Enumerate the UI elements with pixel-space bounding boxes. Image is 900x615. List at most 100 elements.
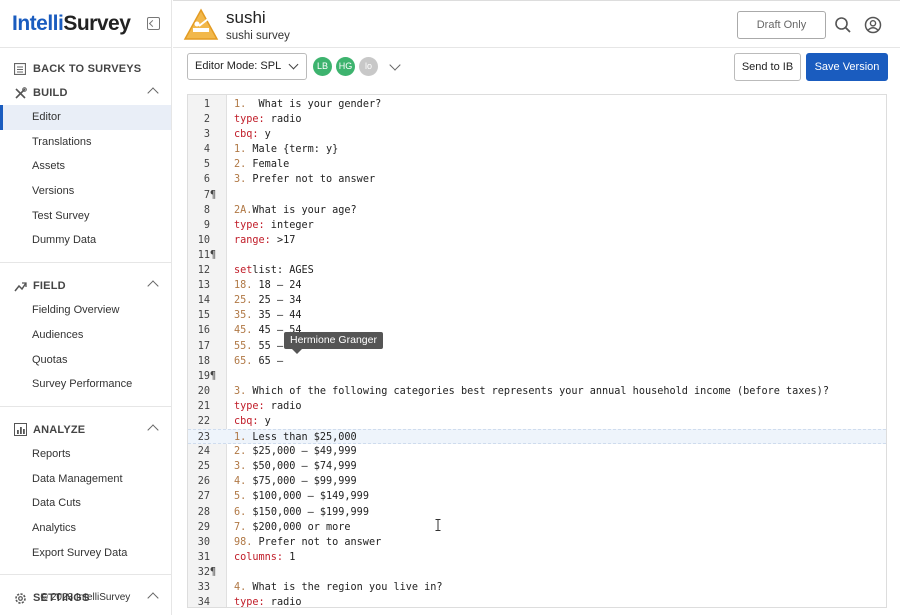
chevron-down-icon[interactable] xyxy=(389,59,401,71)
section-header-field[interactable]: FIELD xyxy=(0,274,171,298)
sidebar-item-analytics[interactable]: Analytics xyxy=(0,516,171,541)
chevron-up-icon[interactable] xyxy=(147,280,159,292)
user-account-icon[interactable] xyxy=(864,16,882,34)
code-token: 18 – 24 xyxy=(252,280,302,292)
code-line[interactable]: 18 65. 65 – xyxy=(188,354,886,369)
line-number: 21 xyxy=(197,400,210,412)
code-token: Female xyxy=(246,159,290,171)
code-line[interactable]: 34 type: radio xyxy=(188,595,886,607)
avatar[interactable]: lo xyxy=(359,57,378,76)
field-icon xyxy=(13,279,27,293)
line-number: 14 xyxy=(197,295,210,307)
back-to-surveys-link[interactable]: BACK TO SURVEYS xyxy=(0,57,171,81)
line-number: 16 xyxy=(197,325,210,337)
sidebar-item-export-survey-data[interactable]: Export Survey Data xyxy=(0,541,171,566)
code-token: 4. xyxy=(234,476,247,488)
code-text: type: radio xyxy=(234,112,301,127)
code-line[interactable]: 25 3. $50,000 – $74,999 xyxy=(188,459,886,474)
editor-mode-select[interactable]: Editor Mode: SPL xyxy=(187,53,307,80)
code-text: 3. Which of the following categories bes… xyxy=(234,384,829,399)
code-line[interactable]: 21 type: radio xyxy=(188,399,886,414)
code-line[interactable]: 24 2. $25,000 – $49,999 xyxy=(188,444,886,459)
line-number: 28 xyxy=(197,506,210,518)
code-line[interactable]: 7 ¶ xyxy=(188,188,886,203)
avatar[interactable]: HG xyxy=(336,57,355,76)
code-line[interactable]: 11 ¶ xyxy=(188,248,886,263)
code-line[interactable]: 6 3. Prefer not to answer xyxy=(188,172,886,187)
code-line[interactable]: 20 3. Which of the following categories b… xyxy=(188,384,886,399)
intellisurvey-logo[interactable]: IntelliSurvey xyxy=(12,12,131,36)
chevron-up-icon[interactable] xyxy=(147,424,159,436)
code-line[interactable]: 14 25. 25 – 34 xyxy=(188,293,886,308)
code-line[interactable]: 3 cbq: y xyxy=(188,127,886,142)
sidebar-item-audiences[interactable]: Audiences xyxy=(0,323,171,348)
code-token: Male {term: y} xyxy=(246,144,339,156)
code-text: 2A.What is your age? xyxy=(234,203,357,218)
draft-only-button[interactable]: Draft Only xyxy=(737,11,826,39)
code-text: 65. 65 – xyxy=(234,354,283,369)
editor-mode-label: Editor Mode: SPL xyxy=(195,60,282,72)
avatar[interactable]: LB xyxy=(313,57,332,76)
section-header-build[interactable]: BUILD xyxy=(0,81,171,105)
collapse-sidebar-icon[interactable] xyxy=(147,17,160,30)
sidebar-item-versions[interactable]: Versions xyxy=(0,179,171,204)
section-header-analyze[interactable]: ANALYZE xyxy=(0,418,171,442)
code-line[interactable]: 1 1. What is your gender? xyxy=(188,97,886,112)
code-line[interactable]: 27 5. $100,000 – $149,999 xyxy=(188,489,886,504)
code-line[interactable]: 19 ¶ xyxy=(188,369,886,384)
code-token: type: xyxy=(234,219,265,231)
sidebar-item-translations[interactable]: Translations xyxy=(0,130,171,155)
code-token: radio xyxy=(264,400,302,412)
code-text: cbq: y xyxy=(234,414,271,429)
code-line[interactable]: 10 range: >17 xyxy=(188,233,886,248)
line-number: 26 xyxy=(197,476,210,488)
code-line[interactable]: 15 35. 35 – 44 xyxy=(188,308,886,323)
code-line[interactable]: 33 4. What is the region you live in? xyxy=(188,580,886,595)
sidebar-item-survey-performance[interactable]: Survey Performance xyxy=(0,372,171,397)
code-token: 5. xyxy=(234,491,247,503)
code-token: What is your gender? xyxy=(246,99,382,110)
search-icon[interactable] xyxy=(834,16,852,34)
code-token: 2A. xyxy=(234,204,253,216)
code-token: 1. xyxy=(234,432,247,444)
code-line[interactable]: 5 2. Female xyxy=(188,157,886,172)
code-line[interactable]: 9 type: integer xyxy=(188,218,886,233)
code-line[interactable]: 31 columns: 1 xyxy=(188,550,886,565)
sidebar-item-data-cuts[interactable]: Data Cuts xyxy=(0,491,171,516)
code-line[interactable]: 22 cbq: y xyxy=(188,414,886,429)
line-number: 27 xyxy=(197,491,210,503)
code-line[interactable]: 28 6. $150,000 – $199,999 xyxy=(188,505,886,520)
code-line[interactable]: 2 type: radio xyxy=(188,112,886,127)
collaborator-tooltip: Hermione Granger xyxy=(284,332,383,354)
code-line[interactable]: 32 ¶ xyxy=(188,565,886,580)
code-line[interactable]: 4 1. Male {term: y} xyxy=(188,142,886,157)
sidebar-item-editor[interactable]: Editor xyxy=(0,105,171,130)
send-to-ib-button[interactable]: Send to IB xyxy=(734,53,801,81)
code-line[interactable]: 8 2A.What is your age? xyxy=(188,203,886,218)
sidebar-item-quotas[interactable]: Quotas xyxy=(0,348,171,373)
line-number: 31 xyxy=(197,551,210,563)
code-token: y xyxy=(258,129,271,141)
code-token: 45. xyxy=(234,325,253,337)
code-token: Less than $25,000 xyxy=(246,432,357,444)
code-line[interactable]: 26 4. $75,000 – $99,999 xyxy=(188,474,886,489)
code-token: 25 – 34 xyxy=(252,295,302,307)
sidebar-item-dummy-data[interactable]: Dummy Data xyxy=(0,228,171,253)
code-token: $200,000 or more xyxy=(246,521,351,533)
sidebar-item-reports[interactable]: Reports xyxy=(0,442,171,467)
chevron-up-icon[interactable] xyxy=(147,87,159,99)
tools-icon xyxy=(13,86,27,100)
line-number: 12 xyxy=(197,265,210,277)
code-line[interactable]: 30 98. Prefer not to answer xyxy=(188,535,886,550)
sidebar-item-test-survey[interactable]: Test Survey xyxy=(0,204,171,229)
code-line[interactable]: 12 setlist: AGES xyxy=(188,263,886,278)
code-line[interactable]: 29 7. $200,000 or more xyxy=(188,520,886,535)
code-line[interactable]: 13 18. 18 – 24 xyxy=(188,278,886,293)
code-token: What is the region you live in? xyxy=(246,582,443,593)
sidebar-item-data-management[interactable]: Data Management xyxy=(0,467,171,492)
sidebar-item-fielding-overview[interactable]: Fielding Overview xyxy=(0,298,171,323)
line-number: 18 xyxy=(197,355,210,367)
save-version-button[interactable]: Save Version xyxy=(806,53,888,81)
code-line[interactable]: 23 1. Less than $25,000 xyxy=(188,429,886,445)
sidebar-item-assets[interactable]: Assets xyxy=(0,154,171,179)
